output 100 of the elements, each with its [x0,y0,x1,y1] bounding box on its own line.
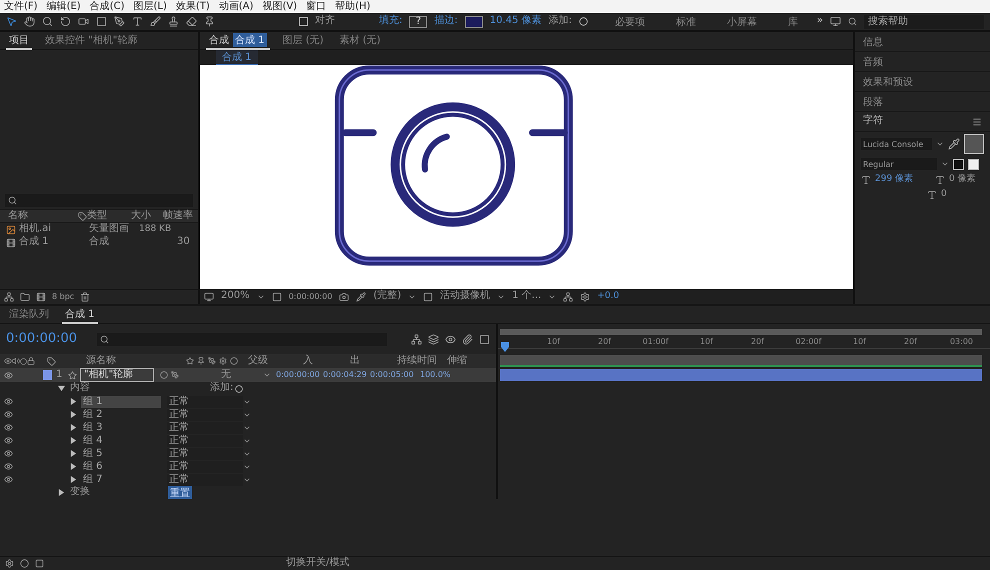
viewer-timecode[interactable]: 0:00:00:00 [288,292,332,302]
menu-item[interactable]: 视图(V) [262,0,298,12]
label-tag-icon[interactable] [47,356,56,366]
video-toggle-icon[interactable] [4,357,12,365]
solo-icon[interactable] [20,358,27,364]
visibility-toggle[interactable] [3,370,13,380]
menu-icon[interactable] [972,116,982,126]
brush-tool-icon[interactable] [150,16,161,27]
menu-item[interactable]: 动画(A) [218,0,254,12]
collapsed-triangle-icon[interactable] [58,489,65,496]
blend-mode-dropdown[interactable]: 正常 [167,448,243,460]
layers-icon[interactable] [428,334,440,344]
color-picker-icon[interactable] [356,292,366,302]
camera-dropdown[interactable]: 活动摄像机 [440,290,490,303]
column-header[interactable]: 出 [350,354,397,368]
column-header[interactable]: 入 [303,354,350,368]
collapsed-triangle-icon[interactable] [70,476,77,483]
align-checkbox[interactable] [299,17,308,26]
time-ruler[interactable]: 10f 20f 01:00f 10f 20f 02:00f 10f 20f 03:00 [498,335,990,349]
search-icon[interactable] [848,17,857,26]
column-header[interactable]: 源名称 [86,354,186,368]
menu-item[interactable]: 帮助(H) [335,0,370,12]
eyedropper-icon[interactable] [948,138,960,150]
help-search-field[interactable]: 搜索帮助 [864,14,984,28]
menu-item[interactable]: 编辑(E) [46,0,81,12]
snapshot-camera-icon[interactable] [339,292,350,302]
workspace-tab[interactable]: 必要项 [602,14,657,28]
font-style-dropdown[interactable]: Regular [861,158,937,170]
font-size-icon[interactable] [861,174,871,185]
layer-label-color-icon[interactable] [43,370,52,380]
blend-mode-dropdown[interactable]: 正常 [167,422,243,434]
project-item-name[interactable]: 合成 1 [19,236,81,249]
layer-out-time[interactable]: 0:00:04:29 [323,370,370,380]
font-size-value[interactable]: 299 像素 [875,174,914,186]
eraser-tool-icon[interactable] [186,16,197,27]
blend-mode-dropdown[interactable]: 正常 [167,408,243,420]
more-workspaces-button[interactable]: » [816,15,823,28]
stamp-tool-icon[interactable] [168,16,179,27]
layer-stretch[interactable]: 100.0% [420,370,452,380]
column-header[interactable]: 类型 [87,210,131,222]
panel-section-header[interactable]: 段落 [855,92,990,112]
column-header[interactable]: 伸缩 [447,354,477,368]
rectangle-tool-icon[interactable] [96,16,107,27]
visibility-toggle[interactable] [3,448,13,458]
visibility-toggle[interactable] [3,462,13,472]
visibility-toggle[interactable] [3,422,13,432]
group-name[interactable]: 组 6 [81,460,161,472]
chevron-down-icon[interactable] [936,140,944,148]
toggle-switches-modes-label[interactable]: 切换开关/模式 [286,557,350,570]
audio-toggle-icon[interactable] [12,357,20,365]
visibility-toggle[interactable] [3,436,13,446]
settings-icon[interactable] [5,559,14,568]
shy-switch-icon[interactable] [186,357,194,365]
project-search-field[interactable] [5,194,193,207]
column-header[interactable]: 大小 [131,210,163,222]
group-name[interactable]: 组 5 [81,448,161,460]
blend-mode-dropdown[interactable]: 正常 [167,460,243,472]
preset-swatch[interactable] [953,158,964,170]
collapsed-triangle-icon[interactable] [70,424,77,431]
pen-icon[interactable] [171,371,179,379]
expanded-triangle-icon[interactable] [58,385,65,392]
parent-dropdown[interactable]: 无 [221,368,263,382]
exposure-value[interactable]: +0.0 [597,290,620,302]
square-icon[interactable] [35,559,44,568]
rotate-tool-icon[interactable] [60,16,71,27]
column-header[interactable]: 持续时间 [397,354,447,368]
chevron-down-icon[interactable] [263,371,271,379]
current-timecode[interactable]: 0:00:00:00 [6,330,78,348]
tracking-icon[interactable] [927,190,937,200]
panel-section-header[interactable]: 效果和预设 [855,72,990,92]
viewer-tab[interactable]: 图层 (无) [280,32,327,50]
hand-tool-icon[interactable] [24,16,35,27]
search-icon[interactable] [8,196,17,205]
trash-icon[interactable] [80,292,90,302]
fill-swatch[interactable]: ? [409,16,428,28]
resolution-dropdown[interactable]: (完整) [373,290,402,303]
column-header[interactable]: 父级 [248,354,303,368]
pin-tool-icon[interactable] [204,16,215,27]
type-tool-icon[interactable] [132,16,143,27]
leading-icon[interactable] [935,174,946,185]
font-dropdown[interactable]: Lucida Console [861,138,932,150]
circle-icon[interactable] [20,559,29,568]
collapsed-triangle-icon[interactable] [70,450,77,457]
panel-tab[interactable]: 项目 [6,32,32,50]
layer-row[interactable]: 1 "相机"轮廓 无 0:00:00:00 0:00:04:29 0:00:05:00 100.0% [0,368,498,382]
camera-tool-icon[interactable] [78,16,89,27]
add-circle-icon[interactable] [235,384,244,392]
collapsed-triangle-icon[interactable] [70,411,77,418]
blend-mode-dropdown[interactable]: 正常 [167,434,243,446]
layer-in-time[interactable]: 0:00:00:00 [276,370,323,380]
group-name[interactable]: 组 2 [81,408,161,420]
viewer-tab[interactable]: 素材 (无) [336,32,384,50]
visibility-toggle[interactable] [3,474,13,484]
collapse-switch-icon[interactable] [197,357,205,365]
pen-tool-icon[interactable] [114,16,125,27]
project-item-name[interactable]: 相机.ai [19,223,81,236]
views-dropdown[interactable]: 1 个... [512,290,542,303]
zoom-dropdown[interactable]: 200% [221,290,250,303]
fill-color-swatch[interactable] [964,134,984,154]
timeline-search-field[interactable] [97,332,388,346]
